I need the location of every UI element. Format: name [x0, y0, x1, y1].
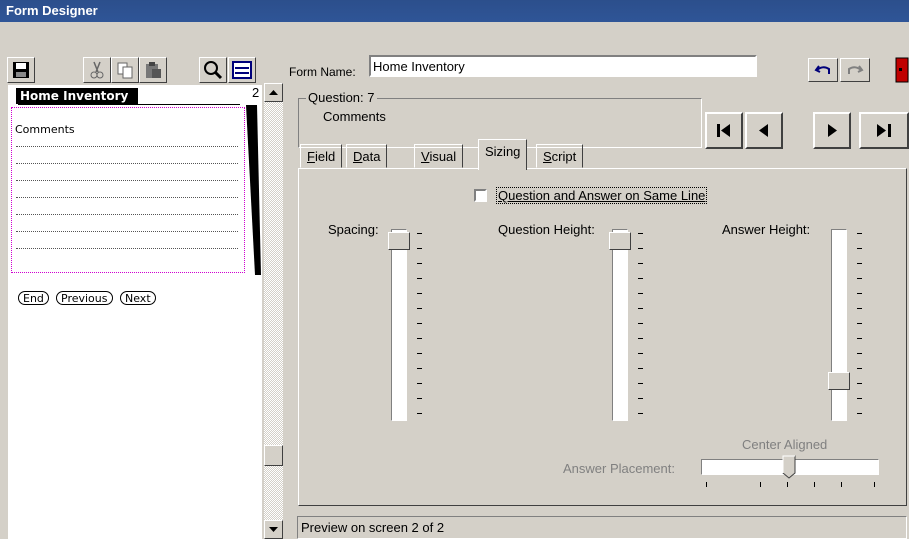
scroll-down-icon[interactable] — [264, 520, 283, 539]
tab-script-label: cript — [551, 149, 577, 164]
previous-icon[interactable] — [745, 112, 783, 149]
title-bar: Form Designer — [0, 0, 909, 22]
first-icon[interactable] — [705, 112, 743, 149]
tab-script-mnemonic: S — [543, 149, 552, 164]
undo-icon[interactable] — [808, 58, 838, 82]
tab-script[interactable]: Script — [536, 144, 584, 168]
tab-data-mnemonic: D — [353, 149, 363, 164]
question-height-label: Question Height: — [498, 222, 595, 237]
tab-data[interactable]: Data — [346, 144, 388, 168]
search-icon[interactable] — [199, 57, 227, 83]
preview-previous-button[interactable]: Previous — [56, 291, 113, 305]
tab-sizing-label: Sizing — [485, 144, 521, 159]
tab-visual-label: isual — [429, 149, 457, 164]
preview-form-title: Home Inventory — [16, 88, 138, 104]
tab-field-mnemonic: F — [307, 149, 315, 164]
answer-placement-label: Answer Placement: — [563, 461, 675, 476]
question-legend: Question: 7 — [306, 90, 377, 105]
sizing-panel — [298, 168, 907, 506]
answer-height-slider-thumb[interactable] — [828, 372, 850, 390]
spacing-ticks — [417, 230, 425, 420]
preview-next-button[interactable]: Next — [120, 291, 156, 305]
form-name-input[interactable]: Home Inventory — [369, 55, 757, 77]
tab-field[interactable]: Field — [300, 144, 343, 168]
answer-height-ticks — [857, 230, 865, 420]
form-name-label: Form Name: — [289, 65, 356, 79]
status-bar: Preview on screen 2 of 2 — [297, 516, 907, 539]
tab-sizing[interactable]: Sizing — [478, 139, 528, 170]
tab-data-label: ata — [362, 149, 381, 164]
center-aligned-label: Center Aligned — [742, 437, 828, 452]
paste-icon[interactable] — [139, 57, 167, 83]
next-icon[interactable] — [813, 112, 851, 149]
spacing-label: Spacing: — [328, 222, 379, 237]
spacing-slider-thumb[interactable] — [388, 232, 410, 250]
preview-scrollbar[interactable] — [264, 83, 283, 539]
form-preview-panel: Home Inventory 2 Comments — [8, 85, 262, 539]
scroll-thumb[interactable] — [264, 445, 283, 466]
window-title: Form Designer — [6, 3, 98, 18]
answer-height-label: Answer Height: — [722, 222, 811, 237]
question-selection-box[interactable]: Comments — [11, 107, 245, 273]
same-line-label[interactable]: Question and Answer on Same Line — [496, 187, 708, 204]
answer-placement-slider-thumb[interactable] — [782, 455, 796, 479]
save-icon[interactable] — [7, 57, 35, 83]
question-height-slider-thumb[interactable] — [609, 232, 631, 250]
scroll-up-icon[interactable] — [264, 83, 283, 102]
copy-icon[interactable] — [111, 57, 139, 83]
page-number: 2 — [252, 85, 260, 100]
answer-placement-ticks — [706, 482, 876, 488]
tab-visual[interactable]: Visual — [414, 144, 464, 168]
question-height-slider[interactable] — [612, 229, 628, 421]
exit-door-icon[interactable] — [892, 57, 909, 83]
preview-end-button[interactable]: End — [18, 291, 49, 305]
spacing-slider[interactable] — [391, 229, 407, 421]
preview-question-label: Comments — [15, 123, 75, 136]
question-height-ticks — [638, 230, 646, 420]
question-name: Comments — [323, 109, 386, 124]
properties-icon[interactable] — [228, 57, 256, 83]
answer-height-slider[interactable] — [831, 229, 847, 421]
cut-icon[interactable] — [83, 57, 111, 83]
same-line-checkbox[interactable] — [474, 189, 487, 202]
redo-icon[interactable] — [840, 58, 870, 82]
title-underline — [18, 104, 240, 105]
last-icon[interactable] — [859, 112, 909, 149]
tab-field-label: ield — [314, 149, 336, 164]
